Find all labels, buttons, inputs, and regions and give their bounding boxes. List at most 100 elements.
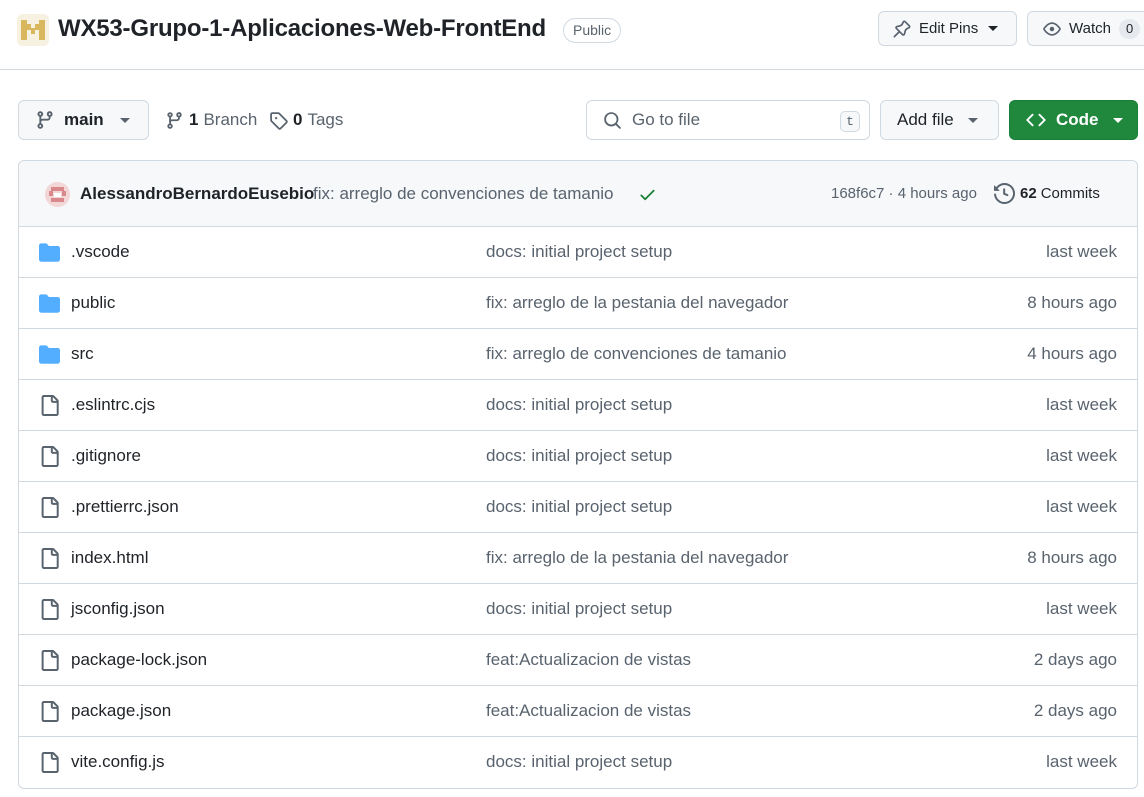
file-commit-message-link[interactable]: feat:Actualizacion de vistas <box>486 650 691 670</box>
file-commit-time: last week <box>1046 446 1117 465</box>
commits-history-link[interactable]: 62 Commits <box>994 183 1100 204</box>
file-commit-message-link[interactable]: docs: initial project setup <box>486 599 672 619</box>
chevron-down-icon <box>988 26 999 31</box>
file-commit-time: last week <box>1046 395 1117 414</box>
tags-link[interactable]: 0 Tags <box>269 110 343 130</box>
file-row[interactable]: public fix: arreglo de la pestania del na… <box>19 278 1137 329</box>
edit-pins-button[interactable]: Edit Pins <box>878 11 1017 46</box>
file-row[interactable]: package.json feat:Actualizacion de vistas… <box>19 686 1137 737</box>
visibility-badge: Public <box>563 18 622 43</box>
commit-message[interactable]: fix: arreglo de convenciones de tamanio <box>313 184 614 204</box>
avatar[interactable] <box>45 182 70 207</box>
branch-name: main <box>64 110 104 129</box>
file-commit-time: last week <box>1046 497 1117 516</box>
file-commit-message-link[interactable]: docs: initial project setup <box>486 446 672 466</box>
branches-count: 1 <box>189 110 199 129</box>
file-name-link[interactable]: .eslintrc.cjs <box>71 395 155 415</box>
file-name-link[interactable]: .gitignore <box>71 446 141 466</box>
file-commit-time: 2 days ago <box>1033 701 1117 720</box>
file-commit-message-link[interactable]: fix: arreglo de la pestania del navegado… <box>486 293 788 313</box>
file-row[interactable]: .prettierrc.json docs: initial project se… <box>19 482 1137 533</box>
file-commit-message-link[interactable]: docs: initial project setup <box>486 752 672 772</box>
git-branch-icon <box>167 111 182 129</box>
chevron-down-icon <box>967 117 978 123</box>
file-listing: AlessandroBernardoEusebio fix: arreglo d… <box>18 160 1138 789</box>
folder-icon <box>39 293 60 314</box>
file-name-link[interactable]: vite.config.js <box>71 752 165 772</box>
file-commit-message-link[interactable]: fix: arreglo de convenciones de tamanio <box>486 344 787 364</box>
latest-commit-bar: AlessandroBernardoEusebio fix: arreglo d… <box>19 161 1137 227</box>
file-commit-time: 8 hours ago <box>1027 293 1117 312</box>
tags-count: 0 <box>293 110 303 129</box>
check-icon[interactable] <box>638 185 657 204</box>
file-row[interactable]: .vscode docs: initial project setup last w… <box>19 227 1137 278</box>
file-commit-message-link[interactable]: docs: initial project setup <box>486 497 672 517</box>
repo-owner-avatar[interactable] <box>17 14 49 46</box>
file-commit-message-link[interactable]: docs: initial project setup <box>486 242 672 262</box>
file-name-link[interactable]: src <box>71 344 94 364</box>
file-name-link[interactable]: .vscode <box>71 242 130 262</box>
branch-selector[interactable]: main <box>18 100 149 140</box>
folder-icon <box>39 344 60 365</box>
file-commit-time: last week <box>1046 752 1117 771</box>
file-name-link[interactable]: index.html <box>71 548 148 568</box>
commit-hash-time[interactable]: 168f6c7 · 4 hours ago <box>831 185 977 202</box>
pin-icon <box>893 20 911 37</box>
file-icon <box>39 599 60 620</box>
file-commit-time: last week <box>1046 599 1117 618</box>
search-icon <box>604 112 621 129</box>
file-commit-message-link[interactable]: fix: arreglo de la pestania del navegado… <box>486 548 788 568</box>
search-input[interactable] <box>632 109 832 131</box>
edit-pins-label: Edit Pins <box>919 20 979 37</box>
eye-icon <box>1043 21 1061 36</box>
file-row[interactable]: .gitignore docs: initial project setup las… <box>19 431 1137 482</box>
file-commit-time: 4 hours ago <box>1027 344 1117 363</box>
file-row[interactable]: jsconfig.json docs: initial project setup… <box>19 584 1137 635</box>
code-button[interactable]: Code <box>1009 100 1138 140</box>
file-row[interactable]: src fix: arreglo de convenciones de taman… <box>19 329 1137 380</box>
file-row[interactable]: .eslintrc.cjs docs: initial project setup… <box>19 380 1137 431</box>
branches-label: Branch <box>203 110 258 129</box>
file-icon <box>39 497 60 518</box>
file-icon <box>39 446 60 467</box>
file-icon <box>39 395 60 416</box>
history-icon <box>994 183 1015 204</box>
add-file-button[interactable]: Add file <box>880 100 999 140</box>
branches-link[interactable]: 1 Branch <box>165 110 257 130</box>
repo-name[interactable]: WX53-Grupo-1-Aplicaciones-Web-FrontEnd <box>58 15 546 43</box>
tag-icon <box>270 111 288 130</box>
file-icon <box>39 548 60 569</box>
file-icon <box>39 650 60 671</box>
file-row[interactable]: index.html fix: arreglo de la pestania de… <box>19 533 1137 584</box>
commit-author[interactable]: AlessandroBernardoEusebio <box>80 184 314 204</box>
repo-header: WX53-Grupo-1-Aplicaciones-Web-FrontEnd P… <box>0 0 1144 70</box>
commits-label: Commits <box>1040 185 1100 202</box>
chevron-down-icon <box>1112 117 1123 123</box>
git-branch-icon <box>37 111 53 129</box>
tags-label: Tags <box>307 110 344 129</box>
code-label: Code <box>1056 110 1099 129</box>
file-commit-time: 8 hours ago <box>1027 548 1117 567</box>
file-name-link[interactable]: package-lock.json <box>71 650 207 670</box>
file-name-link[interactable]: package.json <box>71 701 171 721</box>
folder-icon <box>39 242 60 263</box>
file-row[interactable]: package-lock.json feat:Actualizacion de v… <box>19 635 1137 686</box>
watch-button[interactable]: Watch 0 <box>1027 11 1144 46</box>
file-row[interactable]: vite.config.js docs: initial project setu… <box>19 737 1137 788</box>
watch-count: 0 <box>1118 18 1141 39</box>
commits-count: 62 <box>1020 185 1037 202</box>
file-name-link[interactable]: .prettierrc.json <box>71 497 179 517</box>
file-commit-time: last week <box>1046 242 1117 261</box>
file-commit-message-link[interactable]: feat:Actualizacion de vistas <box>486 701 691 721</box>
file-icon <box>39 701 60 722</box>
file-commit-time: 2 days ago <box>1033 650 1117 669</box>
keyboard-shortcut-hint: t <box>840 111 860 132</box>
code-icon <box>1026 113 1046 127</box>
file-name-link[interactable]: public <box>71 293 115 313</box>
file-commit-message-link[interactable]: docs: initial project setup <box>486 395 672 415</box>
file-icon <box>39 752 60 773</box>
go-to-file-search[interactable] <box>586 100 870 140</box>
watch-label: Watch <box>1069 20 1111 37</box>
chevron-down-icon <box>119 117 130 123</box>
file-name-link[interactable]: jsconfig.json <box>71 599 165 619</box>
